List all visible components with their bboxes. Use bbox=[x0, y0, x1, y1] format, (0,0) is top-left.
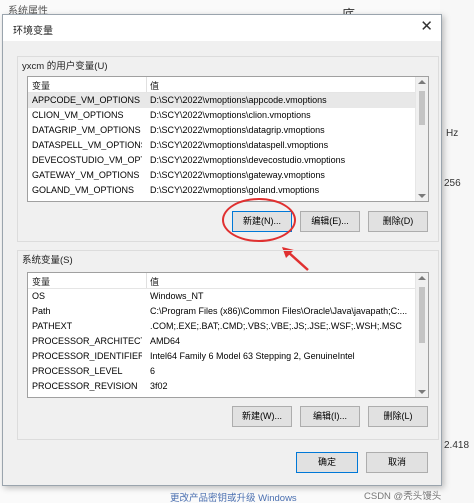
scroll-up-icon[interactable] bbox=[418, 276, 426, 280]
table-row[interactable]: GOLAND_VM_OPTIONS D:\SCY\2022\vmoptions\… bbox=[28, 183, 416, 198]
row-value: Windows_NT bbox=[150, 291, 204, 301]
scroll-down-icon[interactable] bbox=[418, 194, 426, 198]
system-delete-button[interactable]: 删除(L) bbox=[368, 406, 428, 427]
row-value: D:\SCY\2022\vmoptions\gateway.vmoptions bbox=[150, 170, 325, 180]
row-variable: DATAGRIP_VM_OPTIONS bbox=[32, 125, 141, 135]
table-row[interactable]: OS Windows_NT bbox=[28, 289, 416, 304]
bg-text-2418: 2.418 bbox=[444, 440, 470, 451]
row-value: .COM;.EXE;.BAT;.CMD;.VBS;.VBE;.JS;.JSE;.… bbox=[150, 321, 402, 331]
row-variable: APPCODE_VM_OPTIONS bbox=[32, 95, 141, 105]
table-row[interactable]: PROCESSOR_ARCHITECT... AMD64 bbox=[28, 334, 416, 349]
header-divider bbox=[146, 273, 147, 288]
row-value: D:\SCY\2022\vmoptions\devecostudio.vmopt… bbox=[150, 155, 346, 165]
row-variable: OS bbox=[32, 291, 46, 301]
system-vars-label: 系统变量(S) bbox=[22, 255, 73, 266]
cancel-button[interactable]: 取消 bbox=[366, 452, 428, 473]
system-vars-header: 变量 值 bbox=[28, 273, 416, 289]
ok-button[interactable]: 确定 bbox=[296, 452, 358, 473]
table-row[interactable]: Path C:\Program Files (x86)\Common Files… bbox=[28, 304, 416, 319]
header-variable[interactable]: 变量 bbox=[32, 79, 50, 92]
table-row[interactable]: CLION_VM_OPTIONS D:\SCY\2022\vmoptions\c… bbox=[28, 108, 416, 123]
row-value: Intel64 Family 6 Model 63 Stepping 2, Ge… bbox=[150, 351, 355, 361]
row-variable: PROCESSOR_IDENTIFIER bbox=[32, 351, 142, 361]
bg-bottom-link[interactable]: 更改产品密钥或升级 Windows bbox=[170, 490, 297, 504]
table-row[interactable]: GATEWAY_VM_OPTIONS D:\SCY\2022\vmoptions… bbox=[28, 168, 416, 183]
row-value: AMD64 bbox=[150, 336, 181, 346]
scroll-thumb[interactable] bbox=[419, 287, 425, 343]
row-variable: PATHEXT bbox=[32, 321, 73, 331]
table-row[interactable]: DATAGRIP_VM_OPTIONS D:\SCY\2022\vmoption… bbox=[28, 123, 416, 138]
row-variable: CLION_VM_OPTIONS bbox=[32, 110, 124, 120]
row-value: D:\SCY\2022\vmoptions\appcode.vmoptions bbox=[150, 95, 327, 105]
row-variable: GATEWAY_VM_OPTIONS bbox=[32, 170, 140, 180]
bg-text-256: 256 bbox=[444, 178, 461, 189]
row-value: C:\Program Files (x86)\Common Files\Orac… bbox=[150, 306, 408, 316]
table-row[interactable]: APPCODE_VM_OPTIONS D:\SCY\2022\vmoptions… bbox=[28, 93, 416, 108]
row-value: D:\SCY\2022\vmoptions\clion.vmoptions bbox=[150, 110, 311, 120]
table-row[interactable]: PROCESSOR_LEVEL 6 bbox=[28, 364, 416, 379]
title-bar: 环境变量 ✕ bbox=[3, 15, 441, 41]
close-icon[interactable]: ✕ bbox=[420, 18, 433, 36]
scroll-down-icon[interactable] bbox=[418, 390, 426, 394]
user-vars-header: 变量 值 bbox=[28, 77, 416, 93]
header-value[interactable]: 值 bbox=[150, 79, 159, 92]
dialog-title: 环境变量 bbox=[13, 26, 53, 37]
row-variable: DATASPELL_VM_OPTIONS bbox=[32, 140, 142, 150]
scroll-up-icon[interactable] bbox=[418, 80, 426, 84]
bg-text-hz: Hz bbox=[446, 128, 459, 139]
system-new-button[interactable]: 新建(W)... bbox=[232, 406, 292, 427]
row-variable: Path bbox=[32, 306, 51, 316]
header-value[interactable]: 值 bbox=[150, 275, 159, 288]
row-variable: GOLAND_VM_OPTIONS bbox=[32, 185, 135, 195]
table-row[interactable]: PROCESSOR_REVISION 3f02 bbox=[28, 379, 416, 394]
user-vars-scrollbar[interactable] bbox=[415, 77, 428, 201]
row-value: D:\SCY\2022\vmoptions\datagrip.vmoptions bbox=[150, 125, 325, 135]
system-edit-button[interactable]: 编辑(I)... bbox=[300, 406, 360, 427]
table-row[interactable]: PATHEXT .COM;.EXE;.BAT;.CMD;.VBS;.VBE;.J… bbox=[28, 319, 416, 334]
row-value: D:\SCY\2022\vmoptions\dataspell.vmoption… bbox=[150, 140, 329, 150]
scroll-thumb[interactable] bbox=[419, 91, 425, 125]
row-variable: PROCESSOR_ARCHITECT... bbox=[32, 336, 142, 346]
table-row[interactable]: PROCESSOR_IDENTIFIER Intel64 Family 6 Mo… bbox=[28, 349, 416, 364]
table-row[interactable]: DATASPELL_VM_OPTIONS D:\SCY\2022\vmoptio… bbox=[28, 138, 416, 153]
bg-right-panel bbox=[440, 0, 474, 503]
system-vars-scrollbar[interactable] bbox=[415, 273, 428, 397]
annotation-circle bbox=[222, 198, 296, 242]
user-delete-button[interactable]: 删除(D) bbox=[368, 211, 428, 232]
system-vars-list[interactable]: 变量 值 OS Windows_NT Path C:\Program Files… bbox=[27, 272, 429, 398]
table-row[interactable]: DEVECOSTUDIO_VM_OPT... D:\SCY\2022\vmopt… bbox=[28, 153, 416, 168]
header-divider bbox=[146, 77, 147, 92]
watermark: CSDN @秃头馒头 bbox=[364, 491, 442, 502]
row-value: D:\SCY\2022\vmoptions\goland.vmoptions bbox=[150, 185, 320, 195]
row-value: 3f02 bbox=[150, 381, 168, 391]
row-value: 6 bbox=[150, 366, 156, 376]
row-variable: PROCESSOR_REVISION bbox=[32, 381, 138, 391]
user-vars-list[interactable]: 变量 值 APPCODE_VM_OPTIONS D:\SCY\2022\vmop… bbox=[27, 76, 429, 202]
header-variable[interactable]: 变量 bbox=[32, 275, 50, 288]
row-variable: PROCESSOR_LEVEL bbox=[32, 366, 123, 376]
row-variable: DEVECOSTUDIO_VM_OPT... bbox=[32, 155, 142, 165]
user-edit-button[interactable]: 编辑(E)... bbox=[300, 211, 360, 232]
user-vars-label: yxcm 的用户变量(U) bbox=[22, 61, 108, 72]
